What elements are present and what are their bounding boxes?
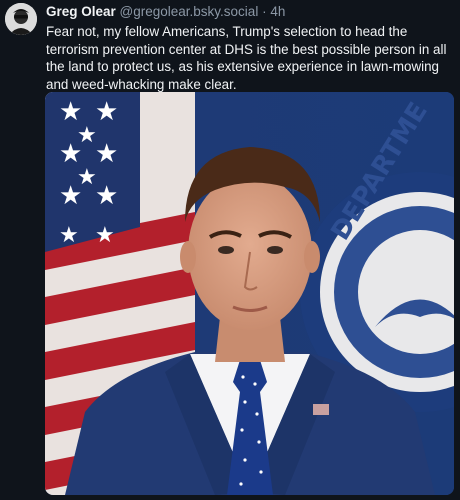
svg-text:★: ★ [95, 223, 115, 248]
svg-text:★: ★ [95, 181, 118, 211]
post-image[interactable]: ★ ★ ★ ★ ★ ★ ★ ★ ★ ★ DEPARTME [45, 92, 454, 495]
author-avatar[interactable] [5, 3, 37, 35]
post-header: Greg Olear @gregolear.bsky.social · 4h [46, 4, 452, 20]
author-name[interactable]: Greg Olear [46, 4, 116, 19]
post-timestamp[interactable]: 4h [270, 4, 285, 19]
post-text: Fear not, my fellow Americans, Trump's s… [46, 24, 447, 92]
avatar-icon [5, 3, 37, 35]
svg-text:★: ★ [77, 123, 97, 148]
author-handle[interactable]: @gregolear.bsky.social [120, 4, 259, 19]
svg-text:★: ★ [59, 223, 79, 248]
flag-pin-icon [313, 404, 329, 415]
svg-text:★: ★ [95, 139, 118, 169]
post-card[interactable]: Greg Olear @gregolear.bsky.social · 4h F… [0, 0, 460, 500]
svg-text:★: ★ [95, 97, 118, 127]
official-portrait-image: ★ ★ ★ ★ ★ ★ ★ ★ ★ ★ DEPARTME [45, 92, 454, 495]
separator-dot: · [262, 4, 267, 19]
svg-text:★: ★ [77, 165, 97, 190]
